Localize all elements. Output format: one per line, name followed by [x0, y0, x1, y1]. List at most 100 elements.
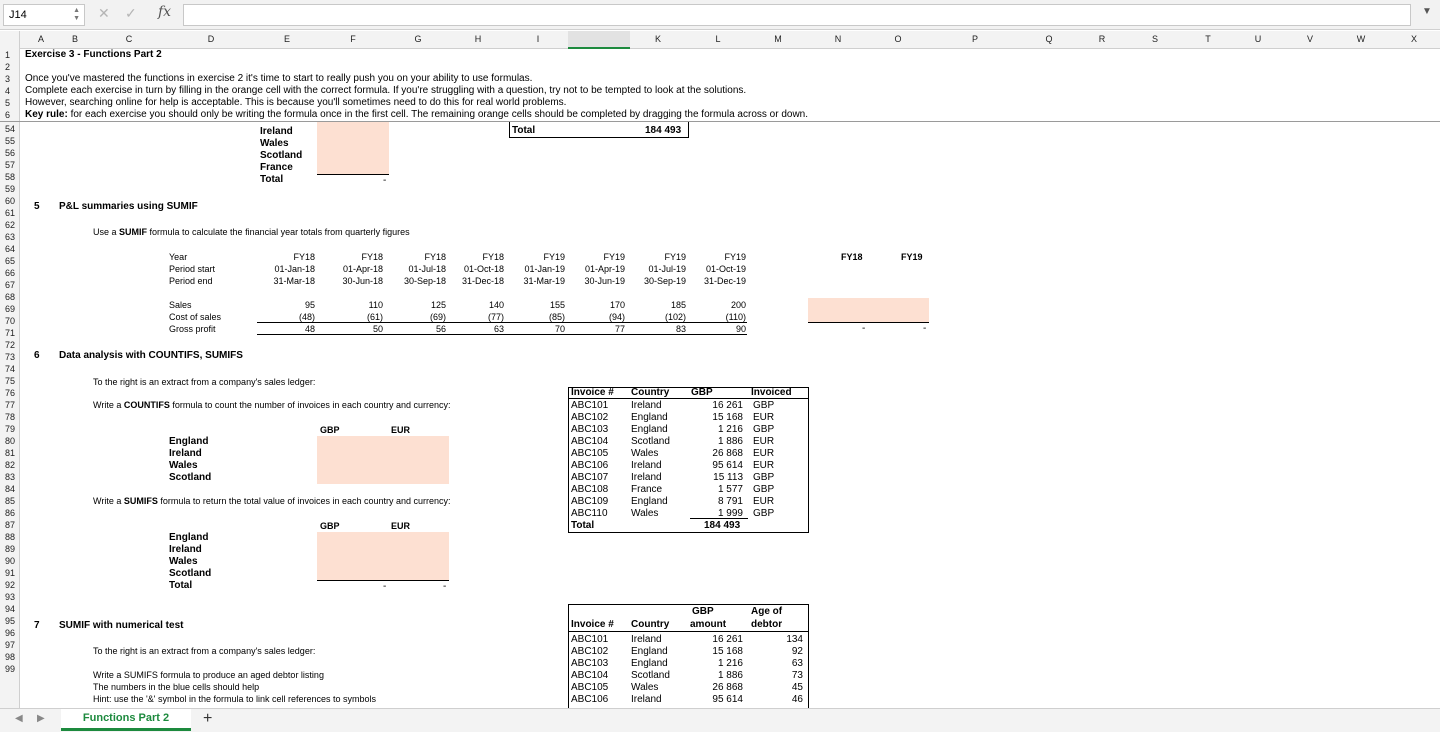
row-header-cell[interactable]: 79: [5, 423, 15, 435]
column-header-cell[interactable]: V: [1307, 34, 1313, 44]
row-header-cell[interactable]: 68: [5, 291, 15, 303]
row-header-cell[interactable]: 84: [5, 483, 15, 495]
row-header-cell[interactable]: 72: [5, 339, 15, 351]
row-header-cell[interactable]: 71: [5, 327, 15, 339]
input-cells-fy-summary[interactable]: [808, 298, 929, 322]
row-header-cell[interactable]: 54: [5, 123, 15, 135]
row-header-cell[interactable]: 6: [5, 109, 10, 121]
row-header-cell[interactable]: 77: [5, 399, 15, 411]
row-header-cell[interactable]: 78: [5, 411, 15, 423]
summary-gross-fy18[interactable]: -: [862, 323, 865, 335]
add-sheet-button[interactable]: +: [203, 710, 212, 728]
next-sheet-icon[interactable]: ▶: [37, 713, 45, 724]
row-header-cell[interactable]: 99: [5, 663, 15, 675]
column-header-cell[interactable]: C: [126, 34, 133, 44]
input-cells-sumifs[interactable]: [317, 532, 449, 580]
sheet-tab-functions-part-2[interactable]: Functions Part 2: [61, 709, 191, 731]
select-all-corner[interactable]: [0, 31, 20, 49]
row-header-cell[interactable]: 58: [5, 171, 15, 183]
row-header-cell[interactable]: 63: [5, 231, 15, 243]
column-header-cell[interactable]: I: [537, 34, 540, 44]
input-cells-country-totals[interactable]: [317, 122, 389, 174]
row-header-cell[interactable]: 93: [5, 591, 15, 603]
column-header-cell[interactable]: Q: [1045, 34, 1052, 44]
row-header-cell[interactable]: 88: [5, 531, 15, 543]
row-header-cell[interactable]: 59: [5, 183, 15, 195]
column-header-cell[interactable]: U: [1255, 34, 1262, 44]
countifs-instruction: Write a COUNTIFS formula to count the nu…: [93, 399, 451, 411]
column-header-cell[interactable]: E: [284, 34, 290, 44]
column-header-cell[interactable]: W: [1357, 34, 1366, 44]
row-header-cell[interactable]: 56: [5, 147, 15, 159]
row-header-cell[interactable]: 85: [5, 495, 15, 507]
row-header-cell[interactable]: 60: [5, 195, 15, 207]
row-header-cell[interactable]: 67: [5, 279, 15, 291]
row-header-cell[interactable]: 94: [5, 603, 15, 615]
column-header-cell[interactable]: B: [72, 34, 78, 44]
row-header-cell[interactable]: 90: [5, 555, 15, 567]
row-header-cell[interactable]: 65: [5, 255, 15, 267]
row-header-cell[interactable]: 76: [5, 387, 15, 399]
row-header-cell[interactable]: 5: [5, 97, 10, 109]
row-header-cell[interactable]: 74: [5, 363, 15, 375]
row-header-cell[interactable]: 98: [5, 651, 15, 663]
row-header-cell[interactable]: 96: [5, 627, 15, 639]
row-header-cell[interactable]: 80: [5, 435, 15, 447]
confirm-icon[interactable]: ✓: [125, 5, 137, 22]
function-icon[interactable]: fx: [158, 4, 171, 20]
input-cells-countifs[interactable]: [317, 436, 449, 484]
row-header-cell[interactable]: 92: [5, 579, 15, 591]
column-header-cell[interactable]: D: [208, 34, 215, 44]
row-header-cell[interactable]: 73: [5, 351, 15, 363]
formula-input[interactable]: [183, 4, 1411, 26]
row-header-cell[interactable]: 87: [5, 519, 15, 531]
total-eur[interactable]: -: [443, 581, 446, 593]
row-header-cell[interactable]: 62: [5, 219, 15, 231]
row-header-cell[interactable]: 83: [5, 471, 15, 483]
column-header-cell[interactable]: T: [1205, 34, 1211, 44]
column-header-cell[interactable]: L: [715, 34, 720, 44]
column-header-cell[interactable]: M: [774, 34, 782, 44]
row-header-cell[interactable]: 97: [5, 639, 15, 651]
row-header-cell[interactable]: 70: [5, 315, 15, 327]
row-header-cell[interactable]: 4: [5, 85, 10, 97]
row-header-cell[interactable]: 81: [5, 447, 15, 459]
column-header-cell[interactable]: F: [350, 34, 356, 44]
row-header-cell[interactable]: 61: [5, 207, 15, 219]
ledger-invoice-cell: ABC101: [571, 400, 609, 411]
column-header-cell[interactable]: K: [655, 34, 661, 44]
row-header-cell[interactable]: 57: [5, 159, 15, 171]
column-header-cell[interactable]: X: [1411, 34, 1417, 44]
row-header-cell[interactable]: 66: [5, 267, 15, 279]
ledger-country-cell: England: [631, 496, 668, 507]
expand-formula-bar-icon[interactable]: ▼: [1422, 6, 1432, 17]
row-header-cell[interactable]: 89: [5, 543, 15, 555]
row-header-cell[interactable]: 3: [5, 73, 10, 85]
column-header-cell[interactable]: S: [1152, 34, 1158, 44]
total-gbp[interactable]: -: [383, 581, 386, 593]
column-header-cell[interactable]: N: [835, 34, 842, 44]
column-header-cell[interactable]: O: [894, 34, 901, 44]
row-header-cell[interactable]: 86: [5, 507, 15, 519]
row-header-cell[interactable]: 69: [5, 303, 15, 315]
ledger-country-cell: Ireland: [631, 400, 662, 411]
row-header-cell[interactable]: 2: [5, 61, 10, 73]
column-header-cell[interactable]: G: [414, 34, 421, 44]
name-box-stepper-icon[interactable]: ▲ ▼: [73, 7, 80, 23]
row-header-cell[interactable]: 1: [5, 49, 10, 61]
name-box[interactable]: J14 ▲ ▼: [3, 4, 85, 26]
prev-sheet-icon[interactable]: ◀: [15, 713, 23, 724]
row-header-cell[interactable]: 95: [5, 615, 15, 627]
summary-gross-fy19[interactable]: -: [923, 323, 926, 335]
row-header-cell[interactable]: 91: [5, 567, 15, 579]
row-header-cell[interactable]: 75: [5, 375, 15, 387]
column-header-cell[interactable]: H: [475, 34, 482, 44]
row-header-cell[interactable]: 55: [5, 135, 15, 147]
cancel-icon[interactable]: ✕: [98, 5, 110, 22]
column-header-cell[interactable]: P: [972, 34, 978, 44]
total-value[interactable]: -: [383, 175, 386, 187]
row-header-cell[interactable]: 82: [5, 459, 15, 471]
row-header-cell[interactable]: 64: [5, 243, 15, 255]
column-header-cell[interactable]: A: [38, 34, 44, 44]
column-header-cell[interactable]: R: [1099, 34, 1106, 44]
